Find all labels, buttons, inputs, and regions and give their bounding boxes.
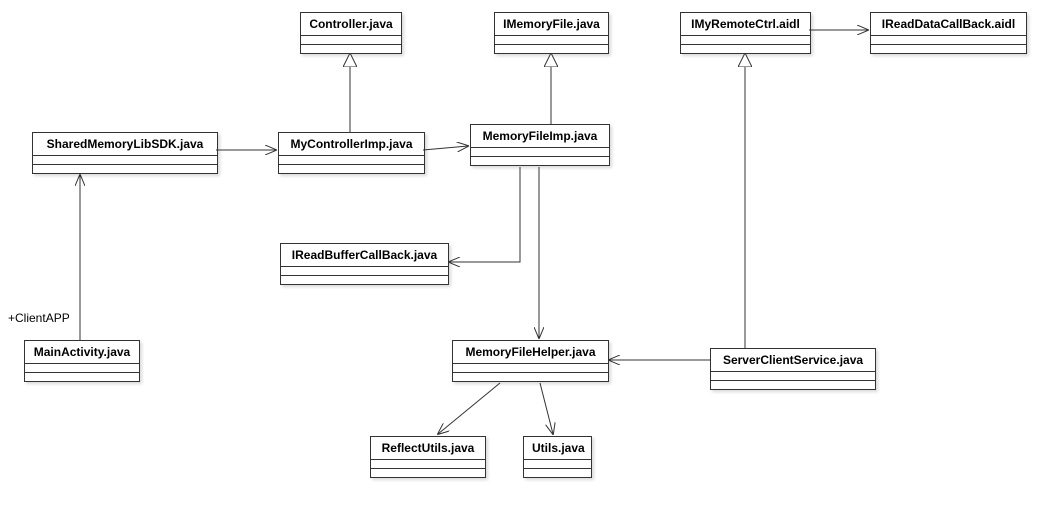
class-title: IReadDataCallBack.aidl [871, 13, 1026, 36]
class-methods [524, 469, 591, 477]
class-attrs [871, 36, 1026, 45]
class-attrs [711, 372, 875, 381]
class-title: MemoryFileImp.java [471, 125, 609, 148]
class-methods [301, 45, 401, 53]
edge-memoryfileimp-ireadbuffer [449, 167, 520, 262]
edge-mycontroller-memoryfileimp [423, 146, 468, 150]
class-attrs [495, 36, 608, 45]
class-title: IMemoryFile.java [495, 13, 608, 36]
class-title: Controller.java [301, 13, 401, 36]
class-title: ReflectUtils.java [371, 437, 485, 460]
class-attrs [25, 364, 139, 373]
class-title: MyControllerImp.java [279, 133, 424, 156]
class-methods [871, 45, 1026, 53]
class-serverclientservice: ServerClientService.java [710, 348, 876, 390]
class-title: SharedMemoryLibSDK.java [33, 133, 217, 156]
note-clientapp: +ClientAPP [8, 311, 70, 325]
class-methods [681, 45, 810, 53]
class-title: IReadBufferCallBack.java [281, 244, 448, 267]
class-methods [453, 373, 608, 381]
class-methods [371, 469, 485, 477]
class-title: MainActivity.java [25, 341, 139, 364]
class-methods [711, 381, 875, 389]
class-title: ServerClientService.java [711, 349, 875, 372]
class-title: Utils.java [524, 437, 591, 460]
class-attrs [471, 148, 609, 157]
class-ireadbuffercallback: IReadBufferCallBack.java [280, 243, 449, 285]
class-attrs [33, 156, 217, 165]
class-attrs [681, 36, 810, 45]
class-controller: Controller.java [300, 12, 402, 54]
class-attrs [453, 364, 608, 373]
class-ireaddatacallback: IReadDataCallBack.aidl [870, 12, 1027, 54]
class-attrs [524, 460, 591, 469]
class-title: MemoryFileHelper.java [453, 341, 608, 364]
class-attrs [281, 267, 448, 276]
edge-memfilehelper-utils [540, 383, 553, 434]
class-reflectutils: ReflectUtils.java [370, 436, 486, 478]
class-methods [471, 157, 609, 165]
class-methods [495, 45, 608, 53]
class-attrs [279, 156, 424, 165]
class-memoryfileimp: MemoryFileImp.java [470, 124, 610, 166]
class-methods [33, 165, 217, 173]
class-imyremotectrl: IMyRemoteCtrl.aidl [680, 12, 811, 54]
class-attrs [371, 460, 485, 469]
class-memoryfilehelper: MemoryFileHelper.java [452, 340, 609, 382]
class-methods [25, 373, 139, 381]
edge-memfilehelper-reflectutils [438, 383, 500, 434]
class-sharedmemory: SharedMemoryLibSDK.java [32, 132, 218, 174]
class-imemoryfile: IMemoryFile.java [494, 12, 609, 54]
class-attrs [301, 36, 401, 45]
class-utils: Utils.java [523, 436, 592, 478]
class-methods [279, 165, 424, 173]
class-methods [281, 276, 448, 284]
class-mycontrollerimp: MyControllerImp.java [278, 132, 425, 174]
class-mainactivity: MainActivity.java [24, 340, 140, 382]
class-title: IMyRemoteCtrl.aidl [681, 13, 810, 36]
